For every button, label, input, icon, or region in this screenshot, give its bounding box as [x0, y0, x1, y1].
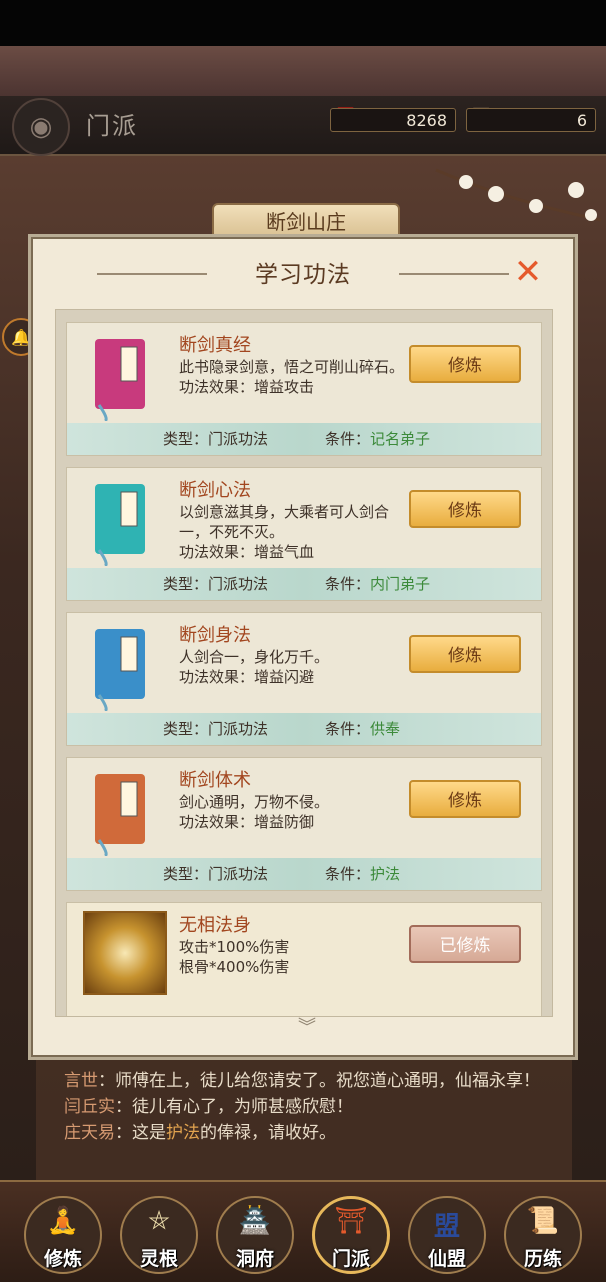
skill-list[interactable]: 断剑真经 此书隐录剑意，悟之可削山碎石。 功法效果：增益攻击 修炼 类型：门派功… — [55, 309, 553, 1017]
skill-effect: 功法效果：增益防御 — [179, 813, 315, 831]
skill-type: 类型：门派功法 — [163, 865, 269, 883]
practice-button[interactable]: 修炼 — [409, 780, 521, 818]
pentagram-icon: ⛤ — [148, 1206, 170, 1236]
condition-label: 条件： — [325, 430, 371, 448]
skill-card: 断剑身法 人剑合一，身化万千。 功法效果：增益闪避 修炼 类型：门派功法 条件：… — [66, 612, 542, 746]
skill-effect: 功法效果：增益攻击 — [179, 378, 315, 396]
skill-desc: 剑心通明，万物不侵。 功法效果：增益防御 — [179, 792, 409, 832]
header-decoration — [0, 46, 606, 96]
skill-type: 类型：门派功法 — [163, 720, 269, 738]
chat-text: ：师傅在上，徒儿给您请安了。祝您道心通明，仙福永享！ — [98, 1071, 540, 1091]
chat-text: ：这是 — [115, 1123, 166, 1143]
nav-label: 修炼 — [43, 1248, 82, 1270]
pavilion-icon: 🏯 — [238, 1206, 272, 1236]
skill-condition: 条件：供奉 — [325, 713, 400, 745]
skill-name: 断剑身法 — [179, 625, 251, 646]
scroll-icon: 📜 — [526, 1206, 560, 1236]
nav-label: 仙盟 — [427, 1248, 466, 1270]
cultivator-icon: 🧘 — [46, 1206, 80, 1236]
condition-value: 供奉 — [370, 720, 401, 738]
chat-line: 闫丘实：徒儿有心了，为师甚感欣慰！ — [64, 1094, 544, 1120]
skill-footer: 类型：门派功法 条件：记名弟子 — [67, 423, 541, 455]
gate-icon: ⛩ — [334, 1206, 368, 1236]
nav-label: 洞府 — [235, 1248, 274, 1270]
golden-swirl-icon — [83, 911, 167, 995]
skill-name: 断剑心法 — [179, 480, 251, 501]
close-icon[interactable]: ✕ — [511, 255, 545, 289]
modal-title: 学习功法 — [255, 262, 351, 288]
chevron-down-icon[interactable]: ︾ — [291, 1013, 323, 1038]
condition-label: 条件： — [325, 575, 371, 593]
skill-stat: 攻击*100%伤害 — [179, 938, 290, 956]
practice-button[interactable]: 修炼 — [409, 490, 521, 528]
practiced-button[interactable]: 已修炼 — [409, 925, 521, 963]
condition-value: 记名弟子 — [370, 430, 431, 448]
skill-effect: 功法效果：增益闪避 — [179, 668, 315, 686]
back-button[interactable]: ◉ — [12, 98, 70, 156]
nav-label: 门派 — [331, 1248, 370, 1270]
chat-speaker: 言世 — [64, 1071, 98, 1091]
chat-line: 庄天易：这是护法的俸禄，请收好。 — [64, 1120, 544, 1146]
skill-card: 断剑体术 剑心通明，万物不侵。 功法效果：增益防御 修炼 类型：门派功法 条件：… — [66, 757, 542, 891]
condition-value: 内门弟子 — [370, 575, 431, 593]
skill-footer: 类型：门派功法 条件：内门弟子 — [67, 568, 541, 600]
book-icon — [95, 774, 145, 856]
skill-desc: 攻击*100%伤害 根骨*400%伤害 — [179, 937, 409, 977]
condition-label: 条件： — [325, 720, 371, 738]
chat-log: 言世：师傅在上，徒儿给您请安了。祝您道心通明，仙福永享！ 闫丘实：徒儿有心了，为… — [36, 1058, 572, 1180]
chat-text: ：徒儿有心了，为师甚感欣慰！ — [115, 1097, 353, 1117]
skill-condition: 条件：内门弟子 — [325, 568, 430, 600]
chat-highlight: 护法 — [166, 1123, 200, 1143]
skill-desc: 人剑合一，身化万千。 功法效果：增益闪避 — [179, 647, 409, 687]
skill-desc: 以剑意滋其身，大乘者可人剑合一，不死不灭。 功法效果：增益气血 — [179, 502, 409, 562]
skill-name: 无相法身 — [179, 915, 251, 936]
skill-type: 类型：门派功法 — [163, 430, 269, 448]
book-icon — [95, 339, 145, 421]
chat-line: 言世：师傅在上，徒儿给您请安了。祝您道心通明，仙福永享！ — [64, 1068, 544, 1094]
skill-condition: 条件：护法 — [325, 858, 400, 890]
alliance-icon: 盟 — [433, 1212, 460, 1242]
skill-condition: 条件：记名弟子 — [325, 423, 430, 455]
skill-card: 无相法身 攻击*100%伤害 根骨*400%伤害 已修炼 — [66, 902, 542, 1016]
blossom-decoration — [435, 168, 602, 222]
skill-description: 人剑合一，身化万千。 — [179, 648, 330, 666]
chat-speaker: 闫丘实 — [64, 1097, 115, 1117]
skill-card: 断剑真经 此书隐录剑意，悟之可削山碎石。 功法效果：增益攻击 修炼 类型：门派功… — [66, 322, 542, 456]
page-title: 门派 — [86, 112, 138, 140]
condition-value: 护法 — [370, 865, 401, 883]
practice-button[interactable]: 修炼 — [409, 635, 521, 673]
skill-type: 类型：门派功法 — [163, 575, 269, 593]
nav-label: 历练 — [523, 1248, 562, 1270]
book-icon — [95, 484, 145, 566]
book-icon — [95, 629, 145, 711]
resource-1-value: 8268 — [330, 108, 456, 132]
condition-label: 条件： — [325, 865, 371, 883]
skill-effect: 功法效果：增益气血 — [179, 543, 315, 561]
skill-name: 断剑体术 — [179, 770, 251, 791]
learn-skill-modal: 学习功法 ✕ 断剑真经 此书隐录剑意，悟之可削山碎石。 功法效果：增益攻击 修炼… — [28, 234, 578, 1060]
practice-button[interactable]: 修炼 — [409, 345, 521, 383]
skill-card: 断剑心法 以剑意滋其身，大乘者可人剑合一，不死不灭。 功法效果：增益气血 修炼 … — [66, 467, 542, 601]
skill-stat: 根骨*400%伤害 — [179, 958, 290, 976]
resource-2-value: 6 — [466, 108, 596, 132]
nav-label: 灵根 — [139, 1248, 178, 1270]
skill-name: 断剑真经 — [179, 335, 251, 356]
status-bar — [0, 0, 606, 46]
skill-description: 以剑意滋其身，大乘者可人剑合一，不死不灭。 — [179, 503, 390, 541]
eye-icon: ◉ — [29, 112, 53, 142]
skill-footer: 类型：门派功法 条件：供奉 — [67, 713, 541, 745]
skill-footer: 类型：门派功法 条件：护法 — [67, 858, 541, 890]
skill-description: 此书隐录剑意，悟之可削山碎石。 — [179, 358, 405, 376]
skill-description: 剑心通明，万物不侵。 — [179, 793, 330, 811]
chat-speaker: 庄天易 — [64, 1123, 115, 1143]
skill-desc: 此书隐录剑意，悟之可削山碎石。 功法效果：增益攻击 — [179, 357, 409, 397]
chat-text: 的俸禄，请收好。 — [200, 1123, 336, 1143]
